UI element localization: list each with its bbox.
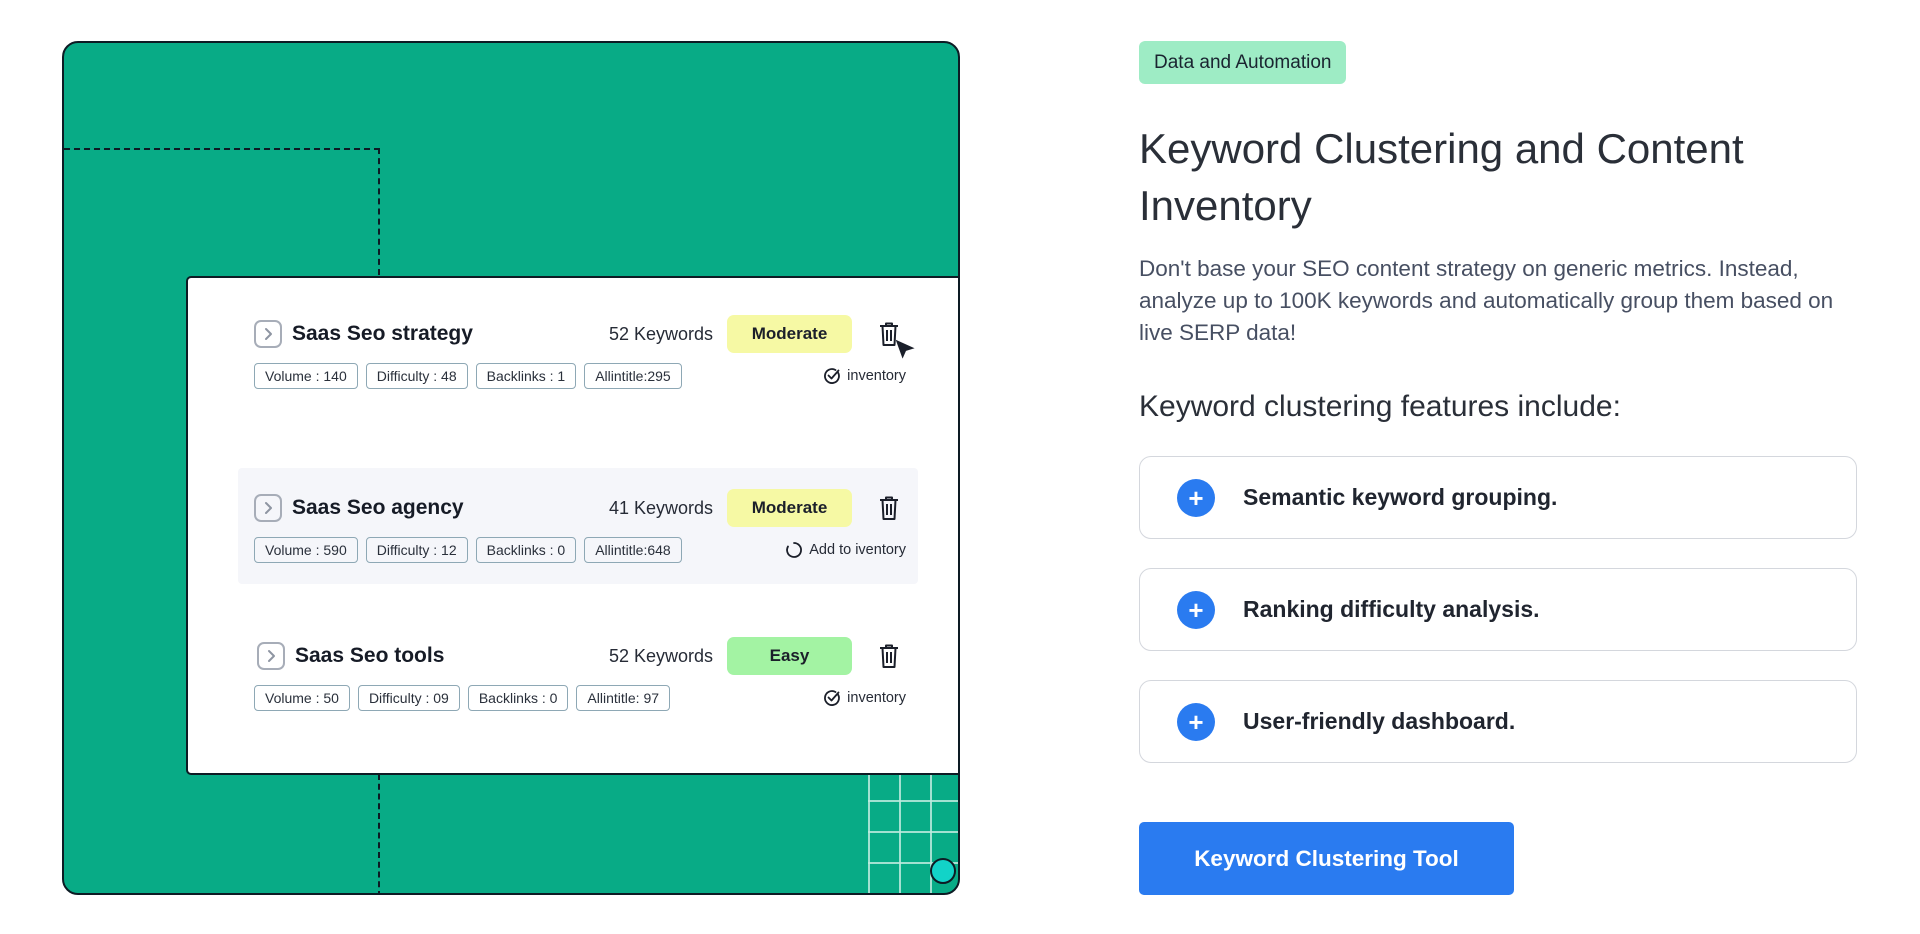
dashed-line-horizontal <box>64 148 380 150</box>
metric-chip: Allintitle:295 <box>584 363 682 389</box>
metric-chip: Backlinks : 0 <box>475 537 577 563</box>
plus-icon: + <box>1177 478 1215 517</box>
chevron-right-icon[interactable] <box>254 494 282 522</box>
inventory-label: inventory <box>847 690 906 706</box>
keyword-count: 41 Keywords <box>608 497 713 518</box>
category-tag: Data and Automation <box>1139 41 1347 84</box>
plus-icon: + <box>1177 702 1215 741</box>
feature-label: Ranking difficulty analysis. <box>1243 596 1540 622</box>
check-circle-icon <box>824 690 840 706</box>
check-circle-icon <box>824 368 840 384</box>
chevron-right-icon[interactable] <box>257 642 285 670</box>
keyword-count: 52 Keywords <box>608 645 713 666</box>
cluster-title: Saas Seo tools <box>295 644 445 667</box>
plus-icon: + <box>1177 590 1215 629</box>
difficulty-badge: Moderate <box>727 489 852 527</box>
metric-chip: Backlinks : 0 <box>467 685 569 711</box>
inventory-toggle[interactable]: inventory <box>823 367 906 385</box>
difficulty-badge: Moderate <box>727 315 852 353</box>
difficulty-badge: Easy <box>727 637 852 675</box>
chevron-right-icon[interactable] <box>254 320 282 348</box>
section-description: Don't base your SEO content strategy on … <box>1139 256 1834 345</box>
trash-icon <box>880 644 898 668</box>
metric-chip: Volume : 50 <box>254 685 350 711</box>
features-title: Keyword clustering features include: <box>1139 390 1621 423</box>
inventory-label: inventory <box>847 368 906 384</box>
delete-button[interactable] <box>872 639 906 673</box>
feature-accordion-item[interactable]: + User-friendly dashboard. <box>1139 680 1857 763</box>
cluster-row: Saas Seo tools 52 Keywords Easy Volume :… <box>238 616 918 732</box>
add-to-inventory-button[interactable]: Add to iventory <box>785 541 906 559</box>
metric-chip: Backlinks : 1 <box>475 363 577 389</box>
metric-chip: Allintitle:648 <box>584 537 682 563</box>
feature-accordion-item[interactable]: + Ranking difficulty analysis. <box>1139 568 1857 651</box>
feature-label: User-friendly dashboard. <box>1243 708 1516 734</box>
decorative-dot <box>930 858 956 884</box>
metric-chip: Volume : 140 <box>254 363 358 389</box>
cluster-row: Saas Seo strategy 52 Keywords Moderate V… <box>238 294 918 410</box>
trash-icon <box>880 496 898 520</box>
metric-chip: Difficulty : 12 <box>365 537 468 563</box>
dashed-line-vertical-top <box>378 148 380 275</box>
delete-button[interactable] <box>872 317 915 359</box>
cluster-card: Saas Seo strategy 52 Keywords Moderate V… <box>186 276 958 775</box>
metric-chip: Volume : 590 <box>254 537 358 563</box>
keyword-clustering-tool-button[interactable]: Keyword Clustering Tool <box>1139 822 1514 895</box>
metric-chip: Difficulty : 48 <box>365 363 468 389</box>
feature-label: Semantic keyword grouping. <box>1243 484 1558 510</box>
metric-chip: Difficulty : 09 <box>357 685 460 711</box>
feature-accordion-item[interactable]: + Semantic keyword grouping. <box>1139 456 1857 539</box>
cursor-icon <box>895 339 915 359</box>
illustration-panel: Saas Seo strategy 52 Keywords Moderate V… <box>62 41 960 895</box>
cluster-title: Saas Seo agency <box>292 496 464 519</box>
loading-spinner-icon <box>786 542 803 558</box>
keyword-count: 52 Keywords <box>608 323 713 344</box>
cluster-title: Saas Seo strategy <box>292 322 473 345</box>
inventory-label: Add to iventory <box>809 542 906 558</box>
inventory-toggle[interactable]: inventory <box>823 689 906 707</box>
delete-button[interactable] <box>872 491 906 525</box>
cluster-row: Saas Seo agency 41 Keywords Moderate Vol… <box>238 468 918 584</box>
metric-chip: Allintitle: 97 <box>576 685 671 711</box>
section-headline: Keyword Clustering and Content Inventory <box>1139 125 1744 229</box>
